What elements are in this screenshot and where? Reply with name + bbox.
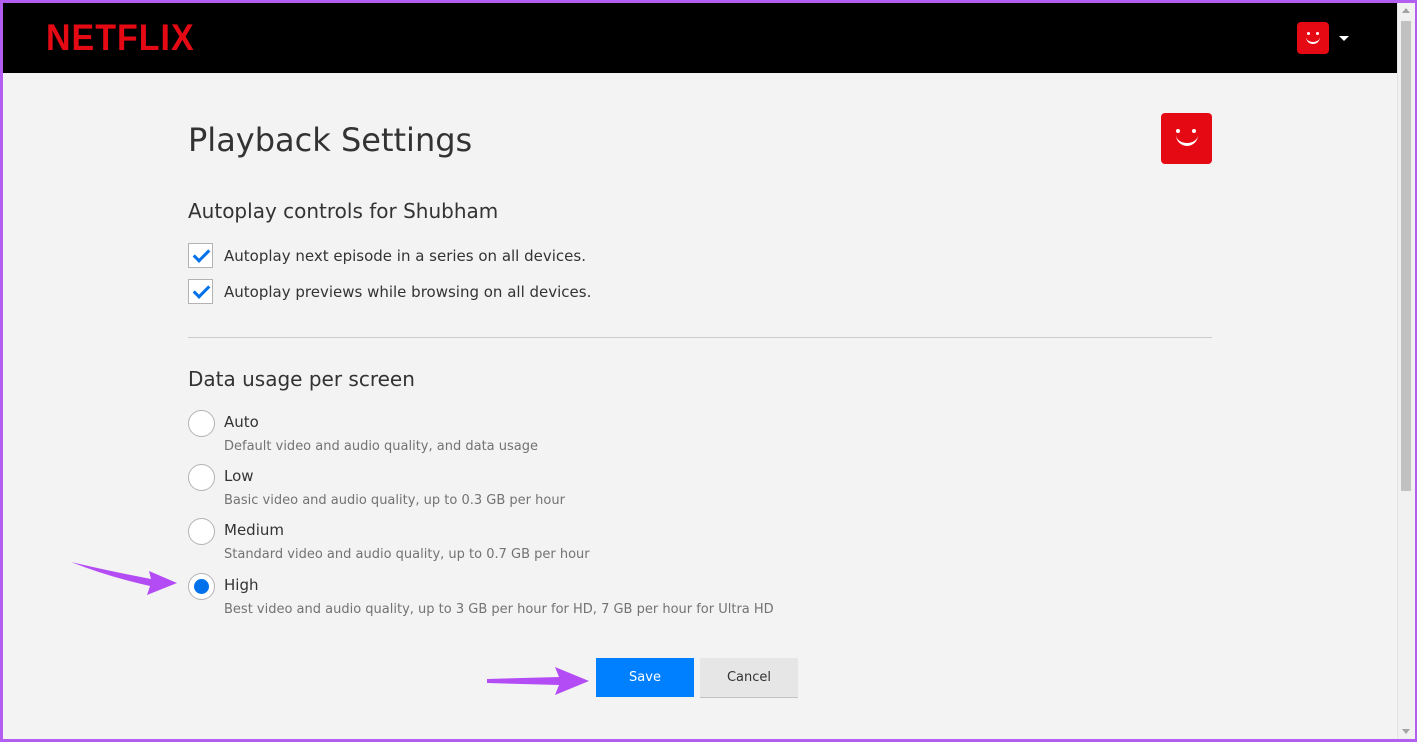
radio-description: Basic video and audio quality, up to 0.3…	[224, 493, 565, 508]
cancel-button[interactable]: Cancel	[700, 658, 798, 697]
scroll-down-arrow-icon[interactable]	[1402, 729, 1410, 734]
caret-down-icon[interactable]	[1339, 35, 1349, 41]
save-button[interactable]: Save	[596, 658, 694, 697]
autoplay-heading: Autoplay controls for Shubham	[188, 199, 499, 223]
autoplay-previews-option[interactable]: Autoplay previews while browsing on all …	[188, 279, 591, 304]
checkbox-label: Autoplay previews while browsing on all …	[224, 282, 592, 301]
profile-menu[interactable]	[1297, 22, 1349, 54]
autoplay-next-episode-checkbox[interactable]	[188, 243, 213, 268]
radio-description: Default video and audio quality, and dat…	[224, 439, 538, 454]
page-title: Playback Settings	[188, 121, 473, 159]
annotation-arrow-icon	[71, 562, 177, 595]
section-divider	[188, 337, 1212, 338]
radio-label: Auto	[224, 413, 259, 431]
annotation-arrow-icon	[487, 667, 589, 695]
top-header: NETFLIX	[3, 3, 1397, 73]
radio-description: Standard video and audio quality, up to …	[224, 547, 590, 562]
auto-radio[interactable]	[188, 410, 215, 437]
data-usage-heading: Data usage per screen	[188, 367, 415, 391]
avatar-smile	[1306, 35, 1320, 44]
checkbox-label: Autoplay next episode in a series on all…	[224, 246, 586, 265]
high-radio[interactable]	[188, 573, 215, 600]
avatar-smile	[1176, 133, 1198, 146]
radio-description: Best video and audio quality, up to 3 GB…	[224, 602, 774, 617]
profile-avatar-icon[interactable]	[1297, 22, 1329, 54]
scroll-up-arrow-icon[interactable]	[1402, 8, 1410, 13]
scrollbar-thumb[interactable]	[1401, 21, 1411, 491]
radio-label: Low	[224, 467, 254, 485]
profile-avatar-large-icon	[1161, 113, 1212, 164]
autoplay-previews-checkbox[interactable]	[188, 279, 213, 304]
medium-radio[interactable]	[188, 518, 215, 545]
autoplay-next-episode-option[interactable]: Autoplay next episode in a series on all…	[188, 243, 586, 268]
radio-label: High	[224, 576, 259, 594]
vertical-scrollbar[interactable]	[1397, 3, 1415, 739]
radio-label: Medium	[224, 521, 284, 539]
low-radio[interactable]	[188, 464, 215, 491]
netflix-logo[interactable]: NETFLIX	[46, 17, 195, 60]
